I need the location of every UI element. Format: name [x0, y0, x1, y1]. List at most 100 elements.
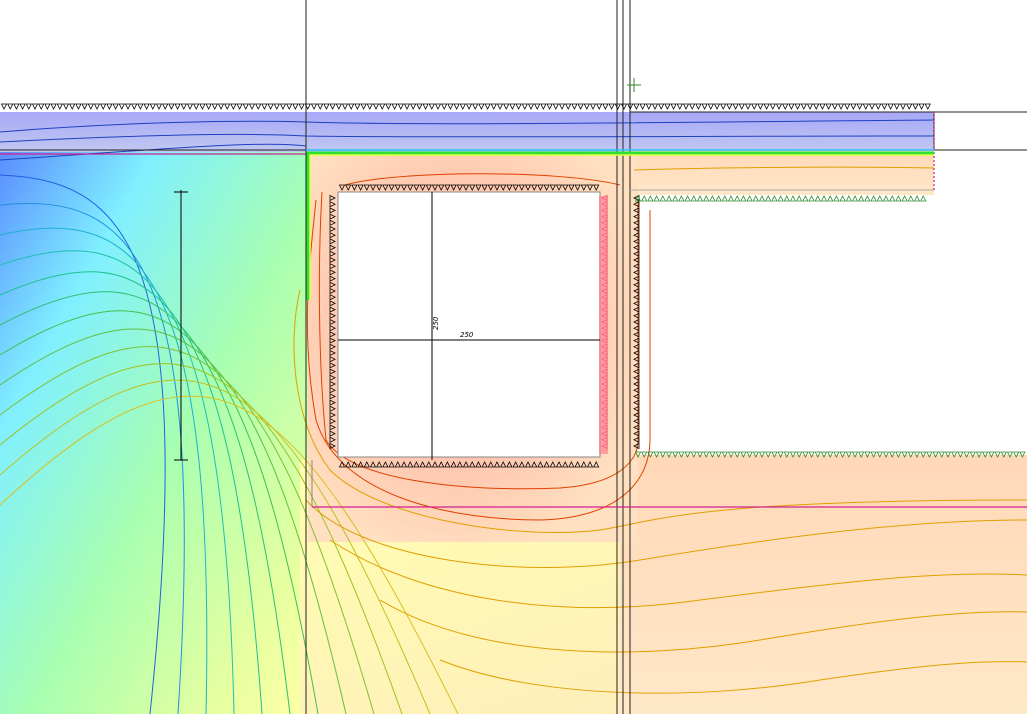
boundary-marker	[453, 103, 460, 110]
boundary-marker	[876, 195, 883, 202]
boundary-marker	[664, 103, 671, 110]
boundary-marker	[558, 103, 566, 110]
boundary-marker	[783, 195, 790, 202]
boundary-marker	[734, 195, 741, 202]
boundary-marker	[496, 103, 504, 110]
boundary-marker	[211, 103, 218, 110]
boundary-marker	[665, 195, 673, 202]
boundary-marker	[690, 195, 697, 202]
boundary-marker	[907, 195, 914, 202]
boundary-marker	[565, 103, 572, 110]
boundary-marker	[335, 103, 342, 110]
boundary-marker	[416, 103, 423, 110]
boundary-marker	[261, 103, 268, 110]
boundary-marker	[912, 103, 919, 110]
boundary-marker	[410, 103, 417, 110]
boundary-marker	[782, 103, 789, 110]
boundary-marker	[831, 103, 838, 110]
boundary-marker	[901, 195, 908, 202]
boundary-marker	[193, 103, 200, 110]
boundary-marker	[552, 103, 559, 110]
boundary-marker	[639, 103, 646, 110]
boundary-marker	[827, 195, 834, 202]
boundary-marker	[672, 195, 679, 202]
boundary-marker	[633, 103, 640, 110]
boundary-marker	[100, 103, 107, 110]
boundary-marker	[864, 195, 871, 202]
boundary-marker	[478, 103, 485, 110]
boundary-marker	[820, 195, 828, 202]
boundary-marker	[360, 103, 367, 110]
boundary-marker	[422, 103, 429, 110]
boundary-marker	[715, 195, 722, 202]
boundary-marker	[546, 103, 553, 110]
boundary-marker	[726, 103, 733, 110]
boundary-marker	[721, 195, 728, 202]
boundary-marker	[292, 103, 299, 110]
boundary-marker	[678, 195, 685, 202]
opening-void	[337, 191, 601, 458]
boundary-marker	[267, 103, 274, 110]
boundary-marker	[162, 103, 169, 110]
boundary-marker	[577, 103, 584, 110]
thermal-bridge-canvas[interactable]: 250 250	[0, 0, 1027, 714]
boundary-marker	[521, 103, 528, 110]
boundary-marker	[131, 103, 138, 110]
boundary-marker	[837, 103, 845, 110]
boundary-marker	[428, 103, 435, 110]
boundary-marker	[862, 103, 869, 110]
boundary-marker	[44, 103, 51, 110]
boundary-marker	[242, 103, 249, 110]
boundary-marker	[540, 103, 547, 110]
boundary-marker	[31, 103, 39, 110]
boundary-marker	[813, 103, 820, 110]
boundary-marker	[913, 195, 921, 202]
boundary-marker	[709, 195, 716, 202]
boundary-marker	[924, 103, 931, 110]
boundary-marker	[13, 103, 20, 110]
boundary-marker	[459, 103, 466, 110]
boundary-marker	[50, 103, 57, 110]
boundary-marker	[583, 103, 590, 110]
boundary-marker	[738, 103, 745, 110]
boundary-marker	[689, 103, 696, 110]
boundary-marker	[858, 195, 865, 202]
boundary-marker	[851, 195, 859, 202]
boundary-marker	[354, 103, 361, 110]
boundary-marker	[69, 103, 76, 110]
boundary-marker	[684, 195, 691, 202]
boundary-marker	[889, 195, 896, 202]
boundary-marker	[771, 195, 778, 202]
boundary-marker	[802, 195, 809, 202]
boundary-marker	[758, 195, 766, 202]
boundary-marker	[819, 103, 826, 110]
boundary-marker	[168, 103, 175, 110]
isotherm-drawing: 250 250	[0, 0, 1027, 714]
boundary-marker	[372, 103, 380, 110]
boundary-marker	[106, 103, 113, 110]
dim-opening-height: 250	[432, 316, 440, 330]
boundary-marker	[641, 195, 648, 202]
boundary-marker	[286, 103, 293, 110]
boundary-marker	[701, 103, 708, 110]
boundary-marker	[279, 103, 287, 110]
boundary-marker	[596, 103, 603, 110]
boundary-marker	[224, 103, 231, 110]
boundary-marker	[484, 103, 491, 110]
boundary-marker	[534, 103, 541, 110]
boundary-marker	[589, 103, 597, 110]
boundary-marker	[740, 195, 747, 202]
boundary-marker	[186, 103, 194, 110]
boundary-marker	[703, 195, 710, 202]
boundary-marker	[385, 103, 392, 110]
boundary-marker	[38, 103, 45, 110]
boundary-marker	[273, 103, 280, 110]
boundary-marker	[205, 103, 212, 110]
boundary-marker	[713, 103, 721, 110]
boundary-marker	[236, 103, 243, 110]
boundary-marker	[647, 195, 654, 202]
boundary-marker	[199, 103, 206, 110]
boundary-marker	[602, 103, 609, 110]
boundary-marker	[800, 103, 807, 110]
boundary-marker	[149, 103, 156, 110]
